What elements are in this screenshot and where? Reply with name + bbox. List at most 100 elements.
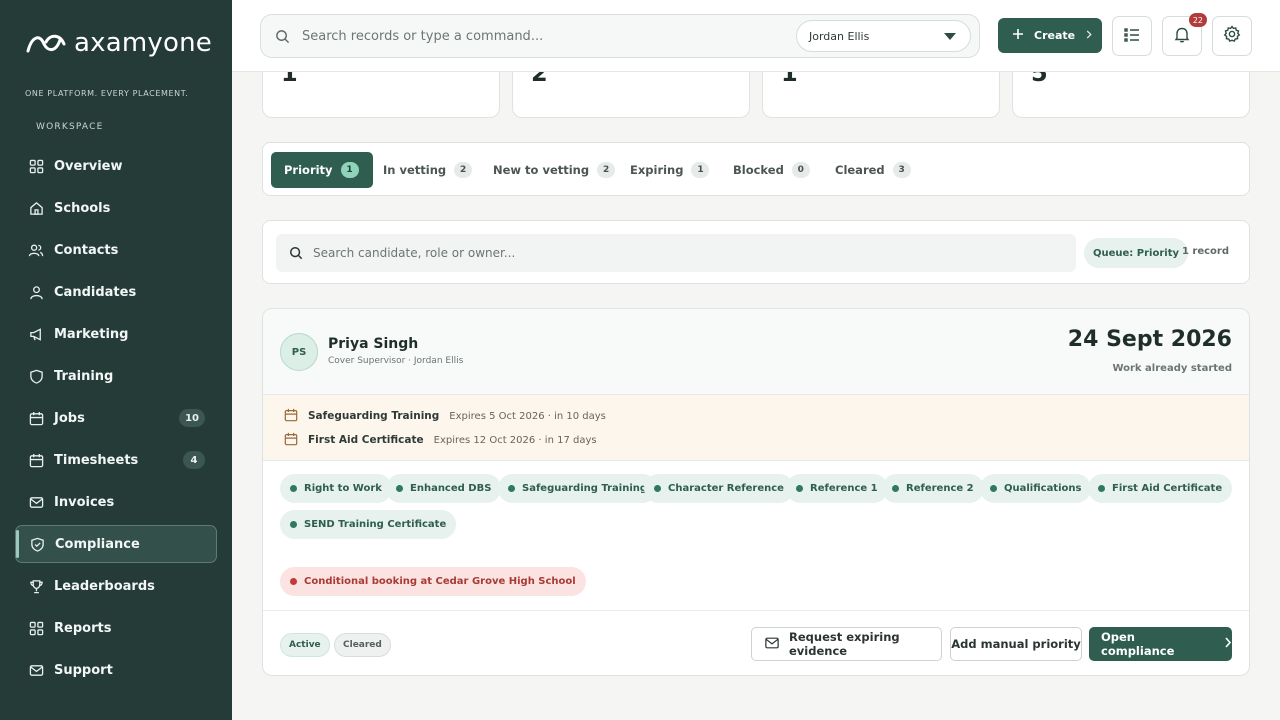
jobs-count-badge: 10: [179, 409, 205, 427]
check-chip[interactable]: First Aid Certificate: [1088, 474, 1233, 503]
shield-check-icon: [29, 536, 45, 552]
sidebar-item-invoices[interactable]: Invoices: [15, 483, 217, 521]
start-note: Work already started: [1112, 363, 1232, 374]
sidebar-item-compliance[interactable]: Compliance: [15, 525, 217, 563]
status-dot: [396, 485, 403, 492]
sidebar-item-reports[interactable]: Reports: [15, 609, 217, 647]
sidebar-item-contacts[interactable]: Contacts: [15, 231, 217, 269]
check-chip[interactable]: SEND Training Certificate: [280, 510, 457, 539]
grid-icon: [28, 158, 44, 174]
create-button[interactable]: Create: [998, 18, 1102, 53]
tab-count: 1: [340, 162, 359, 178]
status-badge-active: Active: [280, 633, 330, 657]
topbar: Jordan Ellis Create 22: [232, 0, 1280, 72]
check-label: Safeguarding Training: [522, 483, 648, 494]
calendar-icon: [284, 432, 298, 449]
sidebar-item-schools[interactable]: Schools: [15, 189, 217, 227]
create-button-label: Create: [1034, 29, 1076, 42]
check-chip[interactable]: Reference 1: [786, 474, 888, 503]
tab-in-vetting[interactable]: In vetting 2: [370, 152, 486, 188]
candidate-card-header: PS Priya Singh Cover Supervisor · Jordan…: [263, 309, 1249, 395]
sidebar-item-support[interactable]: Support: [15, 651, 217, 689]
tab-label: Cleared: [835, 163, 885, 177]
check-chip[interactable]: Enhanced DBS: [386, 474, 502, 503]
start-date: 24 Sept 2026: [1067, 327, 1232, 352]
candidate-card-footer: Active Cleared Request expiring evidence…: [263, 610, 1249, 675]
tab-new-to-vetting[interactable]: New to vetting 2: [480, 152, 629, 188]
search-icon: [275, 29, 290, 44]
sidebar-item-timesheets[interactable]: Timesheets 4: [15, 441, 217, 479]
sidebar-item-overview[interactable]: Overview: [15, 147, 217, 185]
queue-filter-pill[interactable]: Queue: Priority: [1084, 238, 1189, 268]
logo-mark-icon: [26, 34, 66, 53]
trophy-icon: [28, 578, 44, 594]
candidate-search[interactable]: [276, 234, 1076, 272]
timesheets-count-badge: 4: [183, 451, 205, 469]
plus-icon: [1012, 28, 1024, 43]
expiring-item-detail: Expires 5 Oct 2026 · in 10 days: [449, 410, 606, 422]
settings-button[interactable]: [1212, 16, 1252, 56]
mail-icon: [765, 637, 779, 652]
check-chip[interactable]: Reference 2: [882, 474, 984, 503]
check-label: Reference 1: [810, 483, 878, 494]
tab-blocked[interactable]: Blocked 0: [720, 152, 824, 188]
expiring-documents: Safeguarding Training Expires 5 Oct 2026…: [263, 395, 1249, 461]
tab-label: Priority: [284, 163, 333, 177]
sidebar-item-leaderboards[interactable]: Leaderboards: [15, 567, 217, 605]
mail-icon: [28, 662, 44, 678]
list-view-button[interactable]: [1112, 16, 1152, 56]
status-dot: [892, 485, 899, 492]
booking-warning-chip[interactable]: Conditional booking at Cedar Grove High …: [280, 567, 586, 596]
check-label: Qualifications: [1004, 483, 1082, 494]
tab-priority[interactable]: Priority 1: [271, 152, 373, 188]
check-label: Enhanced DBS: [410, 483, 492, 494]
sidebar-item-label: Schools: [54, 200, 111, 216]
sidebar-item-marketing[interactable]: Marketing: [15, 315, 217, 353]
check-chip[interactable]: Character Reference: [644, 474, 794, 503]
sidebar-item-label: Leaderboards: [54, 578, 155, 594]
status-dot: [796, 485, 803, 492]
expiring-item-title: First Aid Certificate: [308, 434, 424, 446]
add-manual-priority-button[interactable]: Add manual priority: [950, 627, 1082, 661]
tab-count: 0: [791, 162, 810, 178]
candidate-name[interactable]: Priya Singh: [328, 336, 418, 352]
sidebar-item-jobs[interactable]: Jobs 10: [15, 399, 217, 437]
global-search-input[interactable]: [302, 28, 772, 44]
tab-count: 1: [691, 162, 710, 178]
status-badge-cleared: Cleared: [334, 633, 391, 657]
caret-down-icon: [944, 33, 956, 40]
request-evidence-button[interactable]: Request expiring evidence: [751, 627, 942, 661]
shield-icon: [28, 368, 44, 384]
gear-icon: [1223, 25, 1241, 47]
sidebar-item-label: Contacts: [54, 242, 119, 258]
sidebar-item-training[interactable]: Training: [15, 357, 217, 395]
tab-expiring[interactable]: Expiring 1: [617, 152, 723, 188]
sidebar-item-label: Reports: [54, 620, 112, 636]
calendar-icon: [284, 408, 298, 425]
global-search[interactable]: Jordan Ellis: [260, 14, 980, 58]
sidebar-item-candidates[interactable]: Candidates: [15, 273, 217, 311]
user-icon: [28, 284, 44, 300]
tab-count: 2: [597, 162, 616, 178]
status-dot: [654, 485, 661, 492]
user-select-value: Jordan Ellis: [809, 29, 870, 43]
grid-icon: [28, 620, 44, 636]
user-select[interactable]: Jordan Ellis: [796, 20, 971, 52]
brand-name: axamyone: [74, 28, 212, 58]
expiring-item: Safeguarding Training Expires 5 Oct 2026…: [284, 407, 606, 425]
notification-count-badge: 22: [1188, 13, 1207, 27]
sidebar-item-label: Support: [54, 662, 113, 678]
notifications-button[interactable]: 22: [1162, 13, 1207, 56]
sidebar-item-label: Candidates: [54, 284, 137, 300]
candidate-search-input[interactable]: [313, 246, 1013, 260]
check-label: First Aid Certificate: [1112, 483, 1223, 494]
sidebar-section-label: WORKSPACE: [36, 122, 104, 132]
check-label: SEND Training Certificate: [304, 519, 447, 530]
check-chip[interactable]: Right to Work: [280, 474, 392, 503]
check-chip[interactable]: Qualifications: [980, 474, 1092, 503]
tab-count: 2: [454, 162, 473, 178]
brand-logo[interactable]: axamyone: [26, 28, 212, 58]
tab-cleared[interactable]: Cleared 3: [822, 152, 925, 188]
open-compliance-button[interactable]: Open compliance: [1089, 627, 1232, 661]
check-chip[interactable]: Safeguarding Training: [498, 474, 658, 503]
